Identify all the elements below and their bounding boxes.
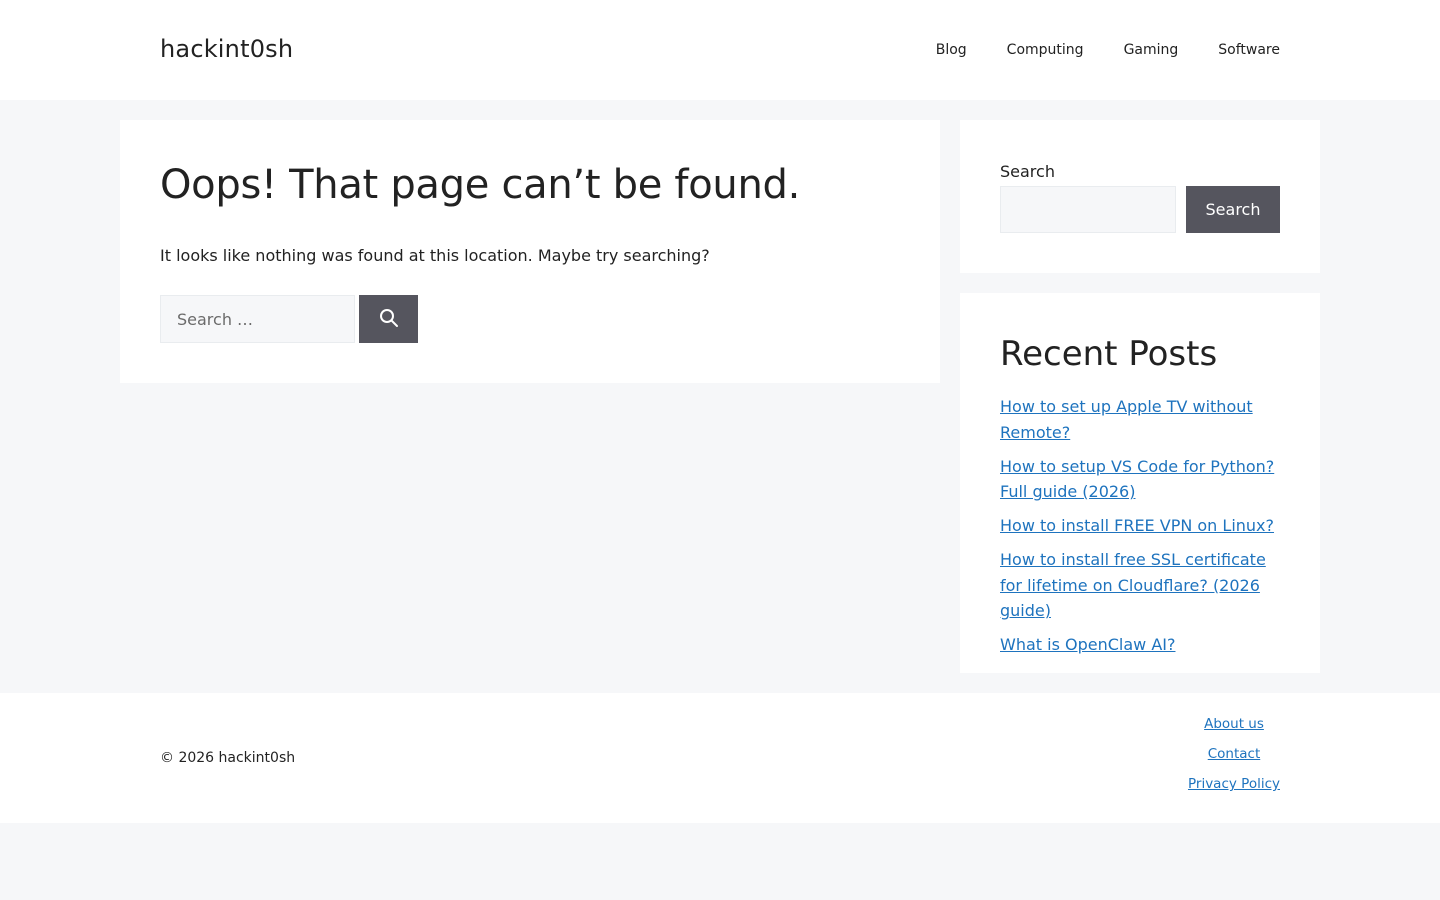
page-description: It looks like nothing was found at this … (160, 246, 710, 265)
page-title: Oops! That page can’t be found. (160, 162, 800, 208)
nav-item-computing[interactable]: Computing (987, 0, 1104, 100)
sidebar-search-label: Search (1000, 162, 1055, 181)
search-submit-button[interactable] (359, 295, 418, 343)
list-item: How to set up Apple TV without Remote? (1000, 394, 1290, 445)
list-item: What is OpenClaw AI? (1000, 632, 1290, 658)
nav-item-software[interactable]: Software (1198, 0, 1280, 100)
not-found-card: Oops! That page can’t be found. It looks… (120, 120, 940, 383)
list-item: How to setup VS Code for Python? Full gu… (1000, 454, 1290, 505)
list-item: Privacy Policy (1188, 775, 1280, 793)
site-header: hackint0sh Blog Computing Gaming Softwar… (0, 0, 1440, 100)
list-item: How to install FREE VPN on Linux? (1000, 513, 1290, 539)
recent-post-link[interactable]: How to install FREE VPN on Linux? (1000, 516, 1274, 535)
search-form (160, 295, 418, 343)
recent-posts-widget: Recent Posts How to set up Apple TV with… (960, 293, 1320, 673)
sidebar-search-input[interactable] (1000, 186, 1176, 233)
recent-post-link[interactable]: What is OpenClaw AI? (1000, 635, 1175, 654)
footer-link-privacy[interactable]: Privacy Policy (1188, 776, 1280, 792)
search-input[interactable] (160, 295, 355, 343)
recent-post-link[interactable]: How to set up Apple TV without Remote? (1000, 397, 1253, 442)
site-title-link[interactable]: hackint0sh (160, 34, 293, 64)
list-item: How to install free SSL certificate for … (1000, 547, 1290, 624)
footer-menu: About us Contact Privacy Policy (1188, 715, 1280, 805)
list-item: About us (1188, 715, 1280, 733)
copyright-text: © 2026 hackint0sh (160, 750, 296, 766)
recent-post-link[interactable]: How to install free SSL certificate for … (1000, 550, 1266, 620)
site-footer: © 2026 hackint0sh About us Contact Priva… (0, 693, 1440, 823)
footer-link-about[interactable]: About us (1204, 716, 1264, 732)
recent-posts-list: How to set up Apple TV without Remote? H… (1000, 394, 1290, 666)
sidebar-search-button[interactable]: Search (1186, 186, 1280, 233)
footer-link-contact[interactable]: Contact (1208, 746, 1261, 762)
list-item: Contact (1188, 745, 1280, 763)
recent-post-link[interactable]: How to setup VS Code for Python? Full gu… (1000, 457, 1274, 502)
recent-posts-title: Recent Posts (1000, 334, 1218, 374)
search-icon (379, 308, 399, 331)
main-nav: Blog Computing Gaming Software (916, 0, 1280, 100)
nav-item-gaming[interactable]: Gaming (1104, 0, 1199, 100)
nav-item-blog[interactable]: Blog (916, 0, 987, 100)
sidebar-search-widget: Search Search (960, 120, 1320, 273)
